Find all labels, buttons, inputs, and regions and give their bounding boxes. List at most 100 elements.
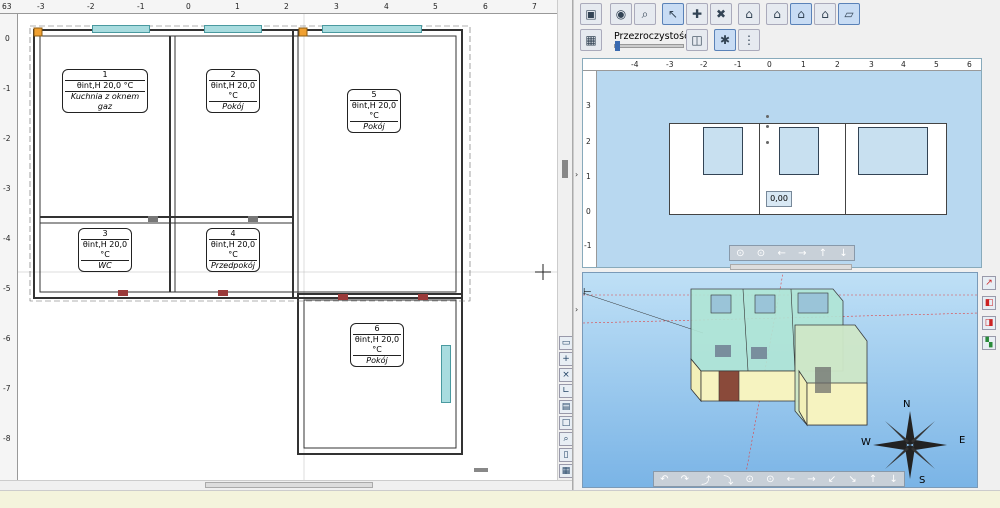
plan-side-toolbar: ▭ + × ∟ ▤ □ ⌕ ▯ ▦ [557, 0, 572, 480]
floor-plane-icon[interactable]: ▱ [838, 3, 860, 25]
transparency-slider-thumb[interactable] [615, 41, 620, 51]
room-label-6[interactable]: 6 θint,H 20,0 °C Pokój [350, 323, 404, 367]
ruler-tick: 3 [586, 101, 591, 110]
window-tool-icon[interactable]: ◨ [982, 316, 996, 330]
elevation-ruler-left: 3 2 1 0 -1 [583, 71, 597, 267]
ruler-tick: 4 [384, 2, 389, 11]
view-2d-icon[interactable]: ▣ [580, 3, 602, 25]
ruler-tick: 5 [433, 2, 438, 11]
pan-up-icon[interactable]: ↑ [869, 474, 877, 485]
ruler-tick: -5 [3, 284, 11, 293]
window[interactable] [441, 345, 451, 403]
zoom-icon[interactable]: ⌕ [559, 432, 572, 446]
zoom-out-icon[interactable]: ⊙ [766, 474, 774, 485]
3d-view[interactable]: N E S W ⊢ ↶ ↷ ⤴ ⤵ ⊙ ⊙ ← → ↙ ↘ ↑ ↓ [582, 272, 978, 488]
ruler-tick: -3 [37, 2, 45, 11]
room-label-2[interactable]: 2 θint,H 20,0 °C Pokój [206, 69, 260, 113]
zoom-all-icon[interactable]: ▭ [559, 336, 572, 350]
ruler-tick: -4 [631, 60, 639, 69]
collapse-right-icon[interactable]: › [575, 170, 578, 179]
pan-left-icon[interactable]: ← [787, 474, 795, 485]
window[interactable] [92, 25, 150, 33]
rotate-left-icon[interactable]: ↶ [660, 474, 668, 485]
rotate-right-icon[interactable]: ↷ [681, 474, 689, 485]
compass-south: S [919, 475, 926, 486]
ruler-tick: 63 [2, 2, 12, 11]
facade-window[interactable] [703, 127, 743, 175]
compass-east: E [959, 435, 966, 446]
palette-icon[interactable]: ◉ [610, 3, 632, 25]
pan-left-icon[interactable]: ← [777, 248, 785, 259]
pan-down-icon[interactable]: ↓ [839, 248, 847, 259]
room-label-4[interactable]: 4 θint,H 20,0 °C Przedpokój [206, 228, 260, 272]
room-label-3[interactable]: 3 θint,H 20,0 °C WC [78, 228, 132, 272]
pan-up-icon[interactable]: ↑ [819, 248, 827, 259]
house-3d-icon[interactable]: ⌂ [790, 3, 812, 25]
ruler-tick: -3 [3, 184, 11, 193]
ruler-tick: 1 [801, 60, 806, 69]
zoom-in-icon[interactable]: ⊙ [736, 248, 744, 259]
layers-icon[interactable]: ▤ [559, 400, 572, 414]
collapse-left-icon[interactable]: › [575, 305, 578, 314]
print-icon[interactable]: ▦ [559, 464, 572, 478]
tilt-up-icon[interactable]: ⤴ [701, 472, 711, 487]
facade-window[interactable] [779, 127, 819, 175]
room-number: 5 [371, 90, 377, 99]
ruler-tick: -7 [3, 384, 11, 393]
measure-icon[interactable]: ∟ [559, 384, 572, 398]
footprint-icon[interactable]: ⋮ [738, 29, 760, 51]
camera-icon[interactable]: ◫ [686, 29, 708, 51]
delete-element-icon[interactable]: ✖ [710, 3, 732, 25]
add-element-icon[interactable]: ✚ [686, 3, 708, 25]
elevation-view[interactable]: -4 -3 -2 -1 0 1 2 3 4 5 6 3 2 1 0 -1 0,0… [582, 58, 982, 268]
pan-right-icon[interactable]: → [798, 248, 806, 259]
remove-point-icon[interactable]: × [559, 368, 572, 382]
objects-tool-icon[interactable]: ▚ [982, 336, 996, 350]
frame-icon[interactable]: □ [559, 416, 572, 430]
transparency-label: Przezroczystość [614, 31, 690, 42]
select-pointer-icon[interactable]: ↖ [662, 3, 684, 25]
plan-ruler-left: 0 -1 -2 -3 -4 -5 -6 -7 -8 [0, 14, 18, 482]
door-tool-icon[interactable]: ◧ [982, 296, 996, 310]
room-number: 6 [374, 324, 380, 333]
ruler-tick: 3 [334, 2, 339, 11]
ruler-tick: -2 [87, 2, 95, 11]
search-tool-icon[interactable]: ⌕ [634, 3, 656, 25]
page-icon[interactable]: ▯ [559, 448, 572, 462]
resize-grip[interactable] [474, 468, 488, 472]
pan-down-icon[interactable]: ↓ [889, 474, 897, 485]
pan-down-right-icon[interactable]: ↘ [848, 474, 856, 485]
axis-tool-icon[interactable]: ↗ [982, 276, 996, 290]
house-section-icon[interactable]: ⌂ [814, 3, 836, 25]
ruler-tick: 3 [869, 60, 874, 69]
roof-view-icon[interactable]: ⌂ [766, 3, 788, 25]
panel-splitter[interactable]: › › [573, 0, 581, 490]
room-name: Kuchnia z oknem gaz [70, 92, 140, 111]
pan-down-left-icon[interactable]: ↙ [828, 474, 836, 485]
room-label-1[interactable]: 1 θint,H 20,0 °C Kuchnia z oknem gaz [62, 69, 148, 113]
transparency-slider[interactable] [614, 41, 684, 51]
pan-right-icon[interactable]: → [807, 474, 815, 485]
value-input[interactable]: 0,00 [766, 191, 792, 207]
ruler-tick: 0 [586, 207, 591, 216]
window[interactable] [204, 25, 262, 33]
ruler-tick: -2 [3, 134, 11, 143]
vertical-scroll-thumb[interactable] [562, 160, 568, 178]
horizontal-scroll-thumb[interactable] [205, 482, 373, 488]
facade-window[interactable] [858, 127, 928, 175]
zoom-out-icon[interactable]: ⊙ [757, 248, 765, 259]
house-view-icon[interactable]: ⌂ [738, 3, 760, 25]
window[interactable] [322, 25, 422, 33]
horizontal-scrollbar[interactable] [0, 480, 572, 490]
layers-view-icon[interactable]: ▦ [580, 29, 602, 51]
ruler-tick: 0 [5, 34, 10, 43]
elevation-splitter[interactable] [730, 264, 852, 270]
add-point-icon[interactable]: + [559, 352, 572, 366]
ruler-tick: -3 [666, 60, 674, 69]
floor-plan-panel[interactable]: 63 -3 -2 -1 0 1 2 3 4 5 6 7 0 -1 -2 -3 -… [0, 0, 573, 490]
walk-mode-icon[interactable]: ✱ [714, 29, 736, 51]
room-label-5[interactable]: 5 θint,H 20,0 °C Pokój [347, 89, 401, 133]
zoom-in-icon[interactable]: ⊙ [746, 474, 754, 485]
room-temperature: θint,H 20,0 °C [353, 334, 401, 354]
tilt-down-icon[interactable]: ⤵ [723, 472, 733, 487]
